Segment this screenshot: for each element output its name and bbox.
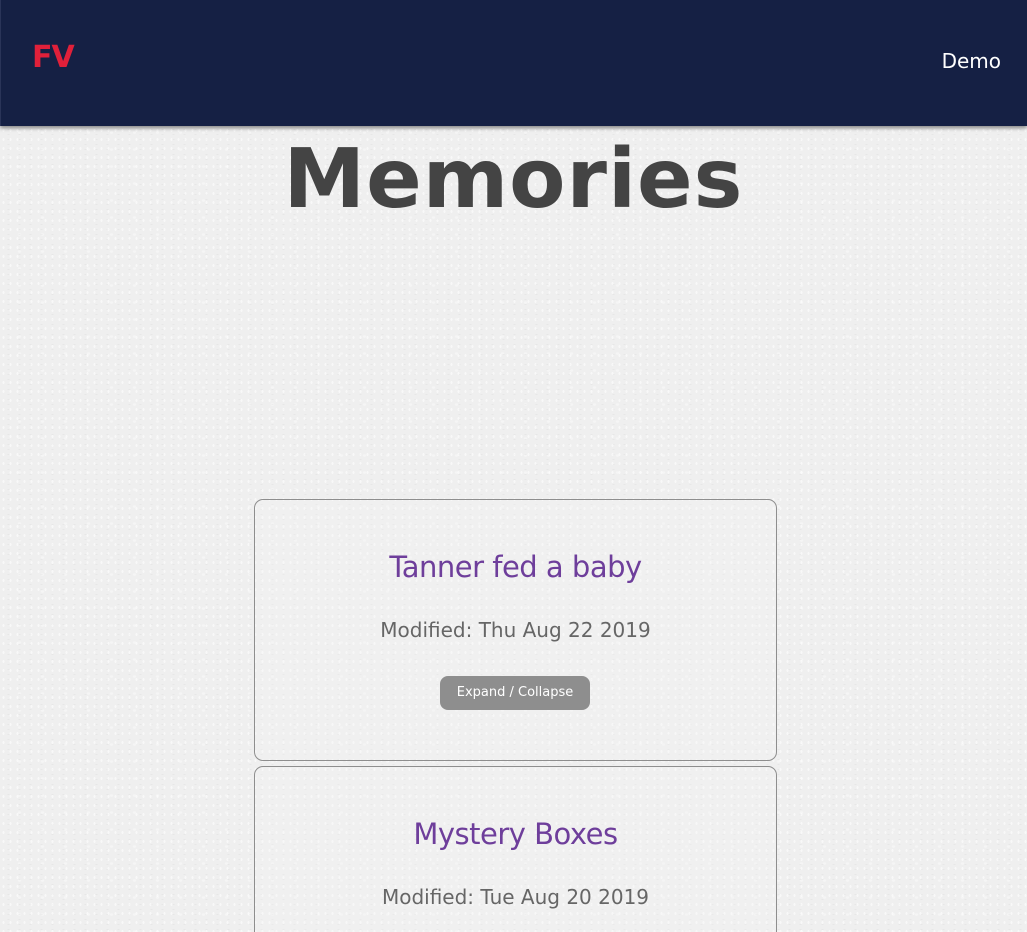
top-navbar: FV Demo — [0, 0, 1027, 126]
page-title: Memories — [283, 132, 744, 227]
memory-title: Tanner fed a baby — [389, 550, 642, 584]
memory-modified-date: Modified: Thu Aug 22 2019 — [380, 618, 651, 642]
memory-card: Mystery Boxes Modified: Tue Aug 20 2019 — [254, 766, 777, 932]
memory-card: Tanner fed a baby Modified: Thu Aug 22 2… — [254, 499, 777, 761]
expand-collapse-button[interactable]: Expand / Collapse — [440, 676, 590, 710]
fv-logo[interactable]: FV — [32, 40, 75, 76]
memory-modified-date: Modified: Tue Aug 20 2019 — [381, 885, 650, 909]
demo-link[interactable]: Demo — [942, 47, 1001, 75]
memory-title: Mystery Boxes — [413, 817, 618, 851]
